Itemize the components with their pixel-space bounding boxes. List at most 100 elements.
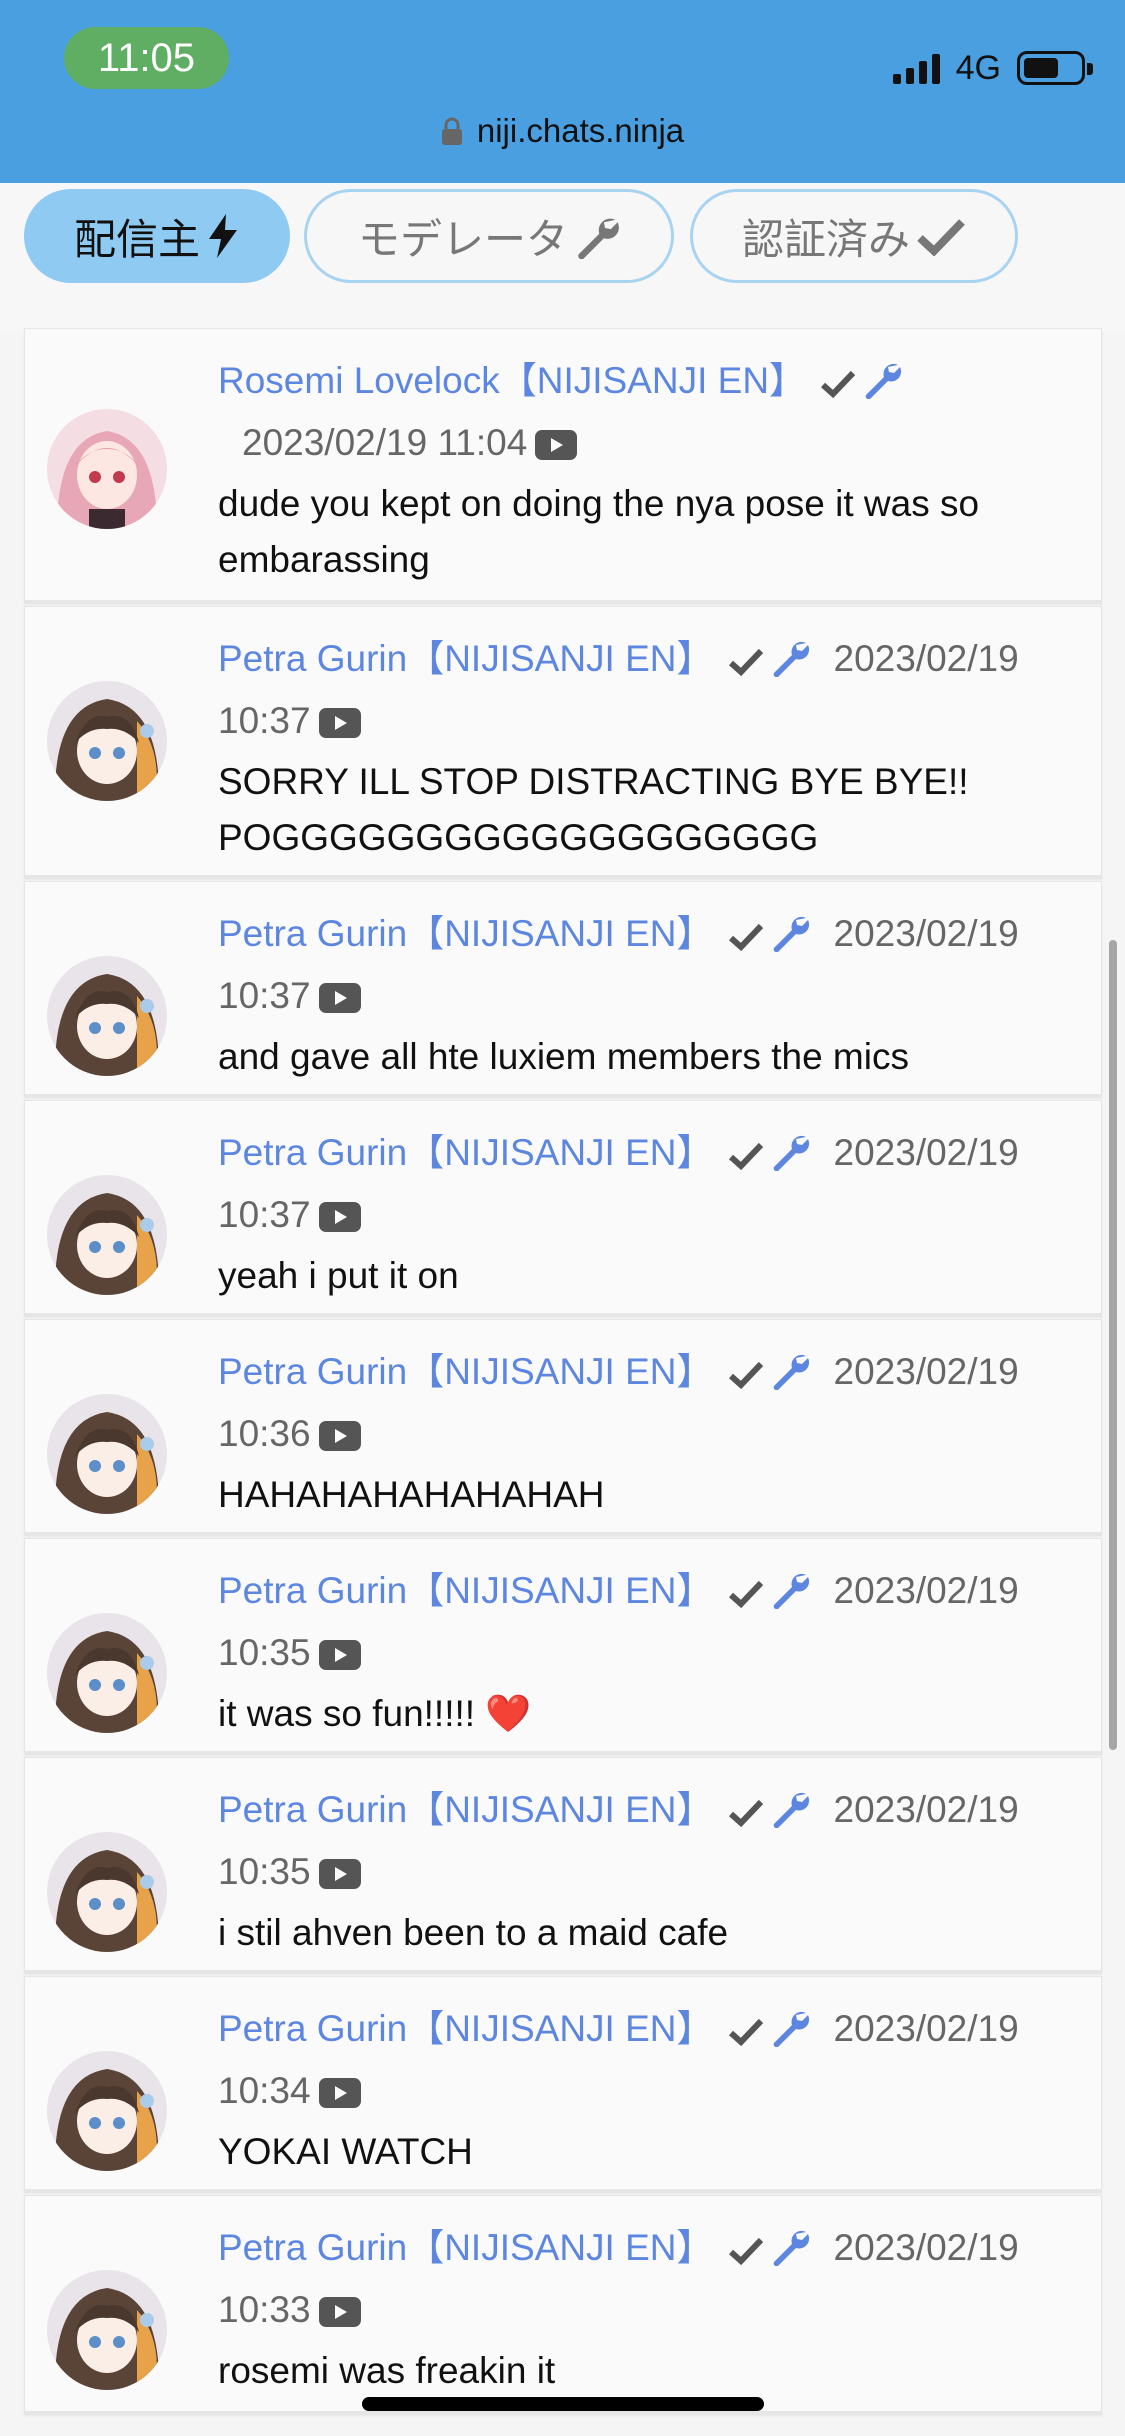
message-body: Petra Gurin【NIJISANJI EN】 2023/02/19 10:3…	[218, 1125, 1061, 1304]
message-body: Petra Gurin【NIJISANJI EN】 2023/02/19 10:3…	[218, 2220, 1061, 2399]
youtube-link-icon[interactable]	[318, 1411, 361, 1467]
moderator-wrench-icon	[770, 637, 810, 693]
verified-check-icon	[728, 2226, 764, 2282]
message-date: 2023/02/19	[833, 1351, 1019, 1392]
message-text: HAHAHAHAHAHAHAH	[218, 1474, 605, 1515]
moderator-wrench-icon	[862, 359, 902, 415]
filter-label: 認証済み	[741, 214, 910, 264]
youtube-link-icon[interactable]	[318, 973, 361, 1029]
author-name[interactable]: Petra Gurin【NIJISANJI EN】	[218, 913, 714, 954]
message-time: 10:34	[218, 2070, 311, 2111]
scrollbar[interactable]	[1109, 940, 1117, 1750]
chat-message: Petra Gurin【NIJISANJI EN】 2023/02/19 10:3…	[24, 606, 1102, 879]
verified-check-icon	[728, 637, 764, 693]
message-text: i stil ahven been to a maid cafe	[218, 1912, 729, 1953]
author-name[interactable]: Petra Gurin【NIJISANJI EN】	[218, 1132, 714, 1173]
verified-check-icon	[728, 912, 764, 968]
message-body: Petra Gurin【NIJISANJI EN】 2023/02/19 10:3…	[218, 1344, 1061, 1523]
chat-message: Petra Gurin【NIJISANJI EN】 2023/02/19 10:3…	[24, 1100, 1102, 1317]
verified-check-icon	[728, 1569, 764, 1625]
author-name[interactable]: Petra Gurin【NIJISANJI EN】	[218, 638, 714, 679]
youtube-link-icon[interactable]	[318, 1192, 361, 1248]
filter-streamer-button[interactable]: 配信主	[24, 189, 290, 283]
status-icons: 4G	[892, 46, 1093, 90]
message-time: 10:37	[218, 975, 311, 1016]
message-date: 2023/02/19	[833, 913, 1019, 954]
message-date: 2023/02/19	[242, 422, 428, 463]
lock-icon	[441, 117, 462, 145]
message-date: 2023/02/19	[833, 2227, 1019, 2268]
lightning-icon	[209, 214, 237, 258]
message-body: Rosemi Lovelock【NIJISANJI EN】 2023/02/19 …	[218, 353, 1061, 588]
youtube-link-icon[interactable]	[318, 2287, 361, 2343]
chat-message: Petra Gurin【NIJISANJI EN】 2023/02/19 10:3…	[24, 881, 1102, 1098]
author-name[interactable]: Petra Gurin【NIJISANJI EN】	[218, 1351, 714, 1392]
message-time: 10:37	[218, 700, 311, 741]
cellular-signal-icon	[892, 52, 940, 84]
moderator-wrench-icon	[770, 1131, 810, 1187]
message-date: 2023/02/19	[833, 1570, 1019, 1611]
petra-avatar[interactable]	[47, 1175, 167, 1295]
author-name[interactable]: Rosemi Lovelock【NIJISANJI EN】	[218, 360, 806, 401]
chat-page: 11:05 4G niji.chats.ninja 配信主 モデレータ 認証済み	[0, 0, 1125, 2436]
message-time: 10:35	[218, 1851, 311, 1892]
filter-label: 配信主	[73, 214, 200, 264]
moderator-wrench-icon	[770, 2007, 810, 2063]
message-text: YOKAI WATCH	[218, 2131, 473, 2172]
filter-label: モデレータ	[357, 214, 568, 264]
message-time: 10:35	[218, 1632, 311, 1673]
chat-message: Petra Gurin【NIJISANJI EN】 2023/02/19 10:3…	[24, 1976, 1102, 2193]
youtube-link-icon[interactable]	[318, 2068, 361, 2124]
message-timestamp: 2023/02/19 11:04	[242, 422, 578, 463]
petra-avatar[interactable]	[47, 956, 167, 1076]
message-body: Petra Gurin【NIJISANJI EN】 2023/02/19 10:3…	[218, 906, 1061, 1085]
message-body: Petra Gurin【NIJISANJI EN】 2023/02/19 10:3…	[218, 1782, 1061, 1961]
chat-message: Rosemi Lovelock【NIJISANJI EN】 2023/02/19 …	[24, 328, 1102, 604]
message-date: 2023/02/19	[833, 638, 1019, 679]
youtube-link-icon[interactable]	[318, 1849, 361, 1905]
message-date: 2023/02/19	[833, 2008, 1019, 2049]
message-time: 10:33	[218, 2289, 311, 2330]
message-date: 2023/02/19	[833, 1789, 1019, 1830]
petra-avatar[interactable]	[47, 2270, 167, 2390]
filter-verified-button[interactable]: 認証済み	[690, 189, 1018, 283]
message-time: 10:37	[218, 1194, 311, 1235]
petra-avatar[interactable]	[47, 1832, 167, 1952]
moderator-wrench-icon	[770, 1788, 810, 1844]
author-name[interactable]: Petra Gurin【NIJISANJI EN】	[218, 2008, 714, 2049]
wrench-icon	[578, 218, 619, 259]
moderator-wrench-icon	[770, 1569, 810, 1625]
filter-moderator-button[interactable]: モデレータ	[304, 189, 674, 283]
verified-check-icon	[728, 1131, 764, 1187]
author-name[interactable]: Petra Gurin【NIJISANJI EN】	[218, 2227, 714, 2268]
author-name[interactable]: Petra Gurin【NIJISANJI EN】	[218, 1789, 714, 1830]
petra-avatar[interactable]	[47, 2051, 167, 2171]
home-indicator[interactable]	[362, 2397, 764, 2411]
rosemi-avatar[interactable]	[47, 409, 167, 529]
message-text: dude you kept on doing the nya pose it w…	[218, 483, 980, 580]
url-bar[interactable]: niji.chats.ninja	[0, 112, 1125, 150]
youtube-link-icon[interactable]	[318, 698, 361, 754]
message-body: Petra Gurin【NIJISANJI EN】 2023/02/19 10:3…	[218, 631, 1061, 866]
youtube-link-icon[interactable]	[535, 420, 578, 476]
moderator-wrench-icon	[770, 1350, 810, 1406]
youtube-link-icon[interactable]	[318, 1630, 361, 1686]
chat-message: Petra Gurin【NIJISANJI EN】 2023/02/19 10:3…	[24, 1538, 1102, 1755]
verified-check-icon	[728, 1788, 764, 1844]
url-text: niji.chats.ninja	[476, 112, 685, 149]
message-text: it was so fun!!!!! ❤️	[218, 1693, 532, 1734]
chat-message: Petra Gurin【NIJISANJI EN】 2023/02/19 10:3…	[24, 1319, 1102, 1536]
message-text: SORRY ILL STOP DISTRACTING BYE BYE!! POG…	[218, 761, 969, 858]
check-icon	[917, 219, 965, 256]
petra-avatar[interactable]	[47, 1394, 167, 1514]
author-name[interactable]: Petra Gurin【NIJISANJI EN】	[218, 1570, 714, 1611]
battery-icon	[1017, 51, 1093, 85]
verified-check-icon	[820, 359, 856, 415]
message-body: Petra Gurin【NIJISANJI EN】 2023/02/19 10:3…	[218, 2001, 1061, 2180]
message-text: rosemi was freakin it	[218, 2350, 556, 2391]
chat-message: Petra Gurin【NIJISANJI EN】 2023/02/19 10:3…	[24, 2195, 1102, 2415]
petra-avatar[interactable]	[47, 681, 167, 801]
status-time: 11:05	[64, 27, 229, 89]
moderator-wrench-icon	[770, 912, 810, 968]
petra-avatar[interactable]	[47, 1613, 167, 1733]
